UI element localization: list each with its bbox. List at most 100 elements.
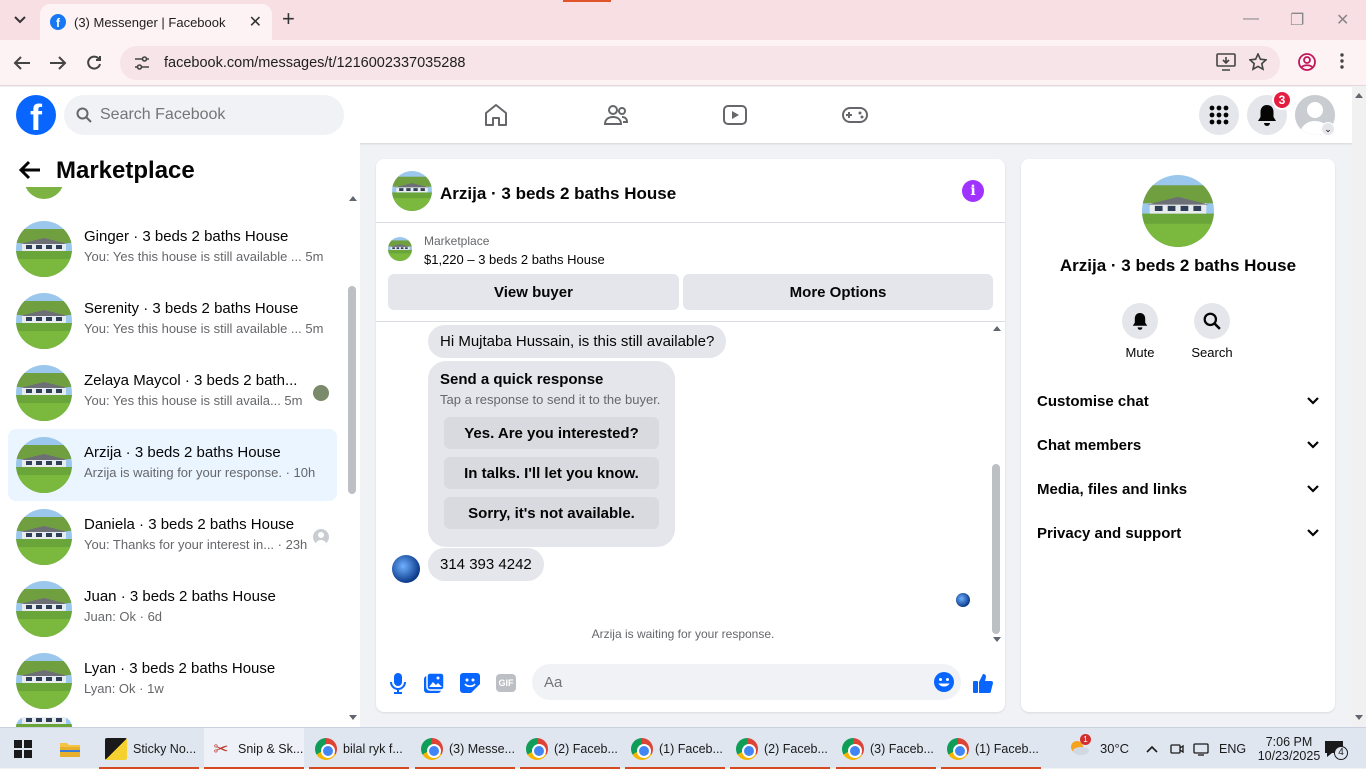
notification-center-icon[interactable]: 4: [1324, 728, 1348, 769]
sticker-icon[interactable]: [458, 671, 482, 695]
conversation-item[interactable]: Daniela · 3 beds 2 baths House You: Thank…: [8, 501, 337, 573]
details-avatar[interactable]: [1142, 175, 1214, 247]
taskbar-app-label: (3) Messe...: [449, 741, 515, 756]
taskbar-app[interactable]: (3) Messe...: [415, 728, 515, 769]
taskbar-app[interactable]: (3) Faceb...: [836, 728, 936, 769]
restore-icon[interactable]: ❐: [1290, 10, 1304, 30]
gaming-icon[interactable]: [841, 101, 869, 129]
start-button[interactable]: [14, 728, 32, 769]
address-bar-row: facebook.com/messages/t/1216002337035288: [0, 40, 1366, 86]
waiting-status: Arzija is waiting for your response.: [591, 627, 775, 641]
url-text[interactable]: facebook.com/messages/t/1216002337035288: [164, 55, 466, 71]
account-chevron-icon[interactable]: ⌄: [1321, 122, 1335, 136]
message-input-wrapper[interactable]: [532, 664, 961, 700]
clock-time: 7:06 PM: [1265, 734, 1313, 749]
chrome-icon: [315, 737, 337, 760]
conversation-item[interactable]: Zelaya Maycol · 3 beds 2 bath... You: Yes…: [8, 357, 337, 429]
photo-icon[interactable]: [422, 671, 446, 695]
conversation-item[interactable]: Serenity · 3 beds 2 baths House You: Yes …: [8, 285, 337, 357]
facebook-logo[interactable]: f: [16, 95, 56, 135]
listing-title: $1,220 – 3 beds 2 baths House: [424, 252, 605, 267]
meet-now-icon[interactable]: [1170, 728, 1184, 769]
thumbs-up-icon[interactable]: [971, 671, 995, 695]
forward-button[interactable]: [47, 52, 69, 74]
conversation-item[interactable]: Arzija · 3 beds 2 baths House Arzija is w…: [8, 429, 337, 501]
omnibox[interactable]: facebook.com/messages/t/1216002337035288: [120, 46, 1280, 80]
more-options-button[interactable]: More Options: [683, 274, 993, 310]
back-button[interactable]: [11, 52, 33, 74]
conversation-avatar: [16, 581, 72, 637]
info-icon[interactable]: i: [962, 180, 984, 202]
clock[interactable]: 7:06 PM 10/23/2025: [1257, 728, 1321, 769]
close-tab-icon[interactable]: ✕: [249, 12, 262, 32]
network-icon[interactable]: [1193, 728, 1209, 769]
search-action[interactable]: Search: [1182, 303, 1242, 360]
chat-title[interactable]: Arzija · 3 beds 2 baths House: [440, 184, 676, 204]
composer: GIF: [376, 659, 1005, 709]
conversation-name: Arzija · 3 beds 2 baths House: [84, 444, 281, 461]
new-tab-button[interactable]: +: [282, 8, 295, 30]
close-window-icon[interactable]: ✕: [1336, 10, 1349, 30]
bookmark-star-icon[interactable]: [1249, 53, 1267, 71]
video-icon[interactable]: [721, 101, 749, 129]
file-explorer-button[interactable]: [59, 728, 81, 769]
chat-window: Arzija · 3 beds 2 baths House i Marketpl…: [376, 159, 1005, 712]
view-buyer-button[interactable]: View buyer: [388, 274, 679, 310]
conversation-item[interactable]: Juan · 3 beds 2 baths House Juan: Ok · 6d: [8, 573, 337, 645]
install-app-icon[interactable]: [1216, 53, 1236, 71]
conversation-item[interactable]: Ginger · 3 beds 2 baths House You: Yes th…: [8, 213, 337, 285]
search-input[interactable]: [100, 106, 320, 124]
conversation-item[interactable]: Lyan · 3 beds 2 baths House Lyan: Ok · 1w: [8, 645, 337, 717]
conversation-avatar: [16, 653, 72, 709]
weather-badge: 1: [1080, 733, 1091, 745]
home-icon[interactable]: [482, 101, 510, 129]
emoji-icon[interactable]: [933, 671, 955, 693]
show-hidden-icons[interactable]: [1146, 728, 1158, 769]
page-scrollbar[interactable]: [1352, 87, 1366, 727]
message-input[interactable]: [544, 673, 904, 691]
chat-members-section[interactable]: Chat members: [1037, 427, 1319, 463]
microphone-icon[interactable]: [386, 671, 410, 695]
minimize-icon[interactable]: —: [1243, 10, 1259, 28]
conversation-preview: Arzija is waiting for your response. · 1…: [84, 465, 316, 480]
notification-count: 4: [1334, 745, 1348, 760]
friends-icon[interactable]: [602, 101, 630, 129]
language-indicator[interactable]: ENG: [1219, 728, 1246, 769]
taskbar-app[interactable]: (2) Faceb...: [730, 728, 830, 769]
profile-icon[interactable]: [1298, 53, 1316, 71]
taskbar-app[interactable]: bilal ryk f...: [309, 728, 409, 769]
customise-chat-section[interactable]: Customise chat: [1037, 383, 1319, 419]
quick-reply-button[interactable]: Yes. Are you interested?: [444, 417, 659, 449]
conversation-name: Serenity · 3 beds 2 baths House: [84, 300, 299, 317]
chat-scrollbar-thumb[interactable]: [992, 464, 1000, 634]
chat-avatar[interactable]: [392, 171, 432, 211]
site-info-icon[interactable]: [134, 56, 150, 70]
marketplace-listing[interactable]: Marketplace $1,220 – 3 beds 2 baths Hous…: [388, 231, 993, 271]
taskbar-app[interactable]: (2) Faceb...: [520, 728, 620, 769]
gif-icon[interactable]: GIF: [494, 671, 518, 695]
conversation-preview: You: Yes this house is still availa... 5…: [84, 393, 303, 408]
privacy-support-section[interactable]: Privacy and support: [1037, 515, 1319, 551]
weather-widget[interactable]: 1 30°C: [1068, 728, 1129, 769]
quick-reply-button[interactable]: In talks. I'll let you know.: [444, 457, 659, 489]
browser-tab[interactable]: f (3) Messenger | Facebook ✕: [40, 4, 272, 40]
quick-response-title: Send a quick response: [440, 371, 604, 388]
folder-icon: [60, 742, 80, 757]
reload-button[interactable]: [83, 52, 105, 74]
conversation-preview: You: Yes this house is still available .…: [84, 249, 324, 264]
quick-reply-button[interactable]: Sorry, it's not available.: [444, 497, 659, 529]
left-scrollbar-thumb[interactable]: [348, 286, 356, 494]
back-arrow-icon[interactable]: [18, 160, 42, 180]
taskbar-app[interactable]: (1) Faceb...: [625, 728, 725, 769]
taskbar-app[interactable]: ✂ Snip & Sk...: [204, 728, 304, 769]
tab-search-button[interactable]: [8, 9, 32, 31]
buyer-avatar[interactable]: [392, 555, 420, 583]
menu-grid-icon[interactable]: [1199, 95, 1239, 135]
facebook-search[interactable]: [64, 95, 344, 135]
browser-menu-icon[interactable]: [1340, 53, 1344, 69]
media-files-section[interactable]: Media, files and links: [1037, 471, 1319, 507]
mute-action[interactable]: Mute: [1110, 303, 1170, 360]
taskbar-app-label: bilal ryk f...: [343, 741, 403, 756]
taskbar-app[interactable]: (1) Faceb...: [941, 728, 1041, 769]
taskbar-app[interactable]: Sticky No...: [99, 728, 199, 769]
